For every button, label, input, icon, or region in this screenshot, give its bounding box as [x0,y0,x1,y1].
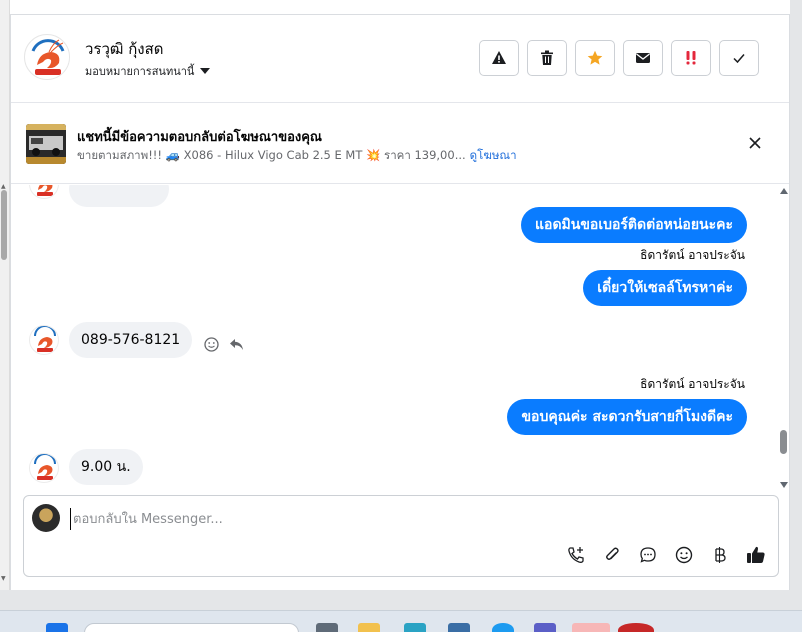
shrimp-logo-icon [37,185,53,196]
attachment-icon [605,547,619,560]
screen: ▲ ▼ วรวุฒิ กุ้งสด มอบหมายการสนทนานี้ แชท… [0,0,802,632]
contact-avatar-small[interactable] [29,325,59,355]
header-actions [479,40,759,76]
emoji-icon [675,546,692,563]
message-bubble-outgoing[interactable]: เดี๋ยวให้เซลล์โทรหาค่ะ [583,270,747,306]
call-icon [567,546,584,563]
reply-input[interactable] [70,508,760,530]
saved-replies-button[interactable] [637,544,658,565]
sender-name: ธิดารัตน์ อาจประจัน [640,248,745,262]
report-spam-button[interactable] [479,40,519,76]
message-bubble-outgoing[interactable]: แอดมินขอเบอร์ติดต่อหน่อยนะคะ [521,207,747,243]
conversation-header: วรวุฒิ กุ้งสด มอบหมายการสนทนานี้ [11,15,789,103]
conversation-panel: วรวุฒิ กุ้งสด มอบหมายการสนทนานี้ แชทนี้ม… [10,14,790,590]
shrimp-logo-icon [34,454,56,480]
mark-done-button[interactable] [719,40,759,76]
reply-composer [23,495,779,577]
calculator-app-icon[interactable] [448,623,470,632]
contact-name: วรวุฒิ กุ้งสด [85,40,164,58]
task-view-icon[interactable] [316,623,338,632]
file-explorer-icon[interactable] [358,623,380,632]
ad-notice-subtitle: ขายตามสภาพ!!! 🚙 X086 - Hilux Vigo Cab 2.… [77,147,517,165]
assign-conversation-dropdown[interactable]: มอบหมายการสนทนานี้ [85,62,211,80]
reply-icon[interactable] [229,338,244,351]
scroll-down-icon[interactable] [780,482,788,488]
truck-photo-icon [26,124,66,164]
caret-down-icon [200,68,211,74]
message-thread: แอดมินขอเบอร์ติดต่อหน่อยนะคะ ธิดารัตน์ อ… [11,185,779,491]
calendar-app-icon[interactable] [404,623,426,632]
star-button[interactable] [575,40,615,76]
teams-app-icon[interactable] [534,623,556,632]
payment-button[interactable] [709,544,730,565]
contact-avatar[interactable] [24,34,70,80]
message-bubble-incoming[interactable]: 089-576-8121 [69,322,193,358]
message-bubble-incoming[interactable]: 9.00 น. [69,449,143,485]
ad-reply-notice: แชทนี้มีข้อความตอบกลับต่อโฆษณาของคุณ ขาย… [11,104,789,184]
start-icon[interactable] [46,623,68,632]
scroll-down-icon[interactable]: ▼ [1,575,6,582]
ad-description: ขายตามสภาพ!!! 🚙 X086 - Hilux Vigo Cab 2.… [77,148,466,162]
mark-unread-button[interactable] [623,40,663,76]
ad-notice-title: แชทนี้มีข้อความตอบกลับต่อโฆษณาของคุณ [77,130,322,145]
contact-avatar-small[interactable] [29,453,59,483]
close-icon [749,137,761,149]
chrome-app-icon[interactable] [618,623,654,632]
message-tools [204,337,244,352]
page-scrollbar[interactable]: ▲ ▼ [0,0,10,590]
envelope-icon [636,53,650,63]
sender-name: ธิดารัตน์ อาจประจัน [640,377,745,391]
page-scroll-thumb[interactable] [1,190,7,260]
saved-reply-icon [639,546,656,563]
shrimp-logo-icon [26,36,69,79]
scroll-up-icon[interactable]: ▲ [1,183,6,190]
emoji-button[interactable] [673,544,694,565]
react-emoji-icon[interactable] [204,337,219,352]
baht-icon [714,546,726,563]
thread-scroll-thumb[interactable] [780,430,787,454]
thumbs-up-icon [746,546,765,563]
delete-button[interactable] [527,40,567,76]
assign-label: มอบหมายการสนทนานี้ [85,65,195,78]
scroll-up-icon[interactable] [780,188,788,194]
my-avatar [32,504,60,532]
browser-app-icon[interactable] [492,623,514,632]
ad-thumbnail[interactable] [26,124,66,164]
composer-toolbar [565,544,766,565]
shrimp-logo-icon [34,326,56,352]
message-bubble-incoming-previous[interactable] [69,185,169,207]
os-taskbar [0,610,802,632]
thread-scrollbar[interactable] [779,185,789,491]
message-bubble-outgoing[interactable]: ขอบคุณค่ะ สะดวกรับสายกี่โมงดีคะ [507,399,747,435]
follow-up-button[interactable] [671,40,711,76]
double-exclamation-icon [686,51,696,65]
check-icon [733,54,745,64]
star-icon [587,50,603,65]
taskbar-search-box[interactable] [84,623,299,632]
trash-icon [541,50,553,65]
close-ad-notice-button[interactable] [745,133,765,153]
send-like-button[interactable] [745,544,766,565]
top-strip [10,0,790,14]
warning-icon [492,51,506,64]
contact-avatar-small [29,185,59,199]
line-app-icon-active[interactable] [572,623,610,632]
call-button[interactable] [565,544,586,565]
attach-button[interactable] [601,544,622,565]
view-ad-link[interactable]: ดูโฆษณา [470,148,517,162]
